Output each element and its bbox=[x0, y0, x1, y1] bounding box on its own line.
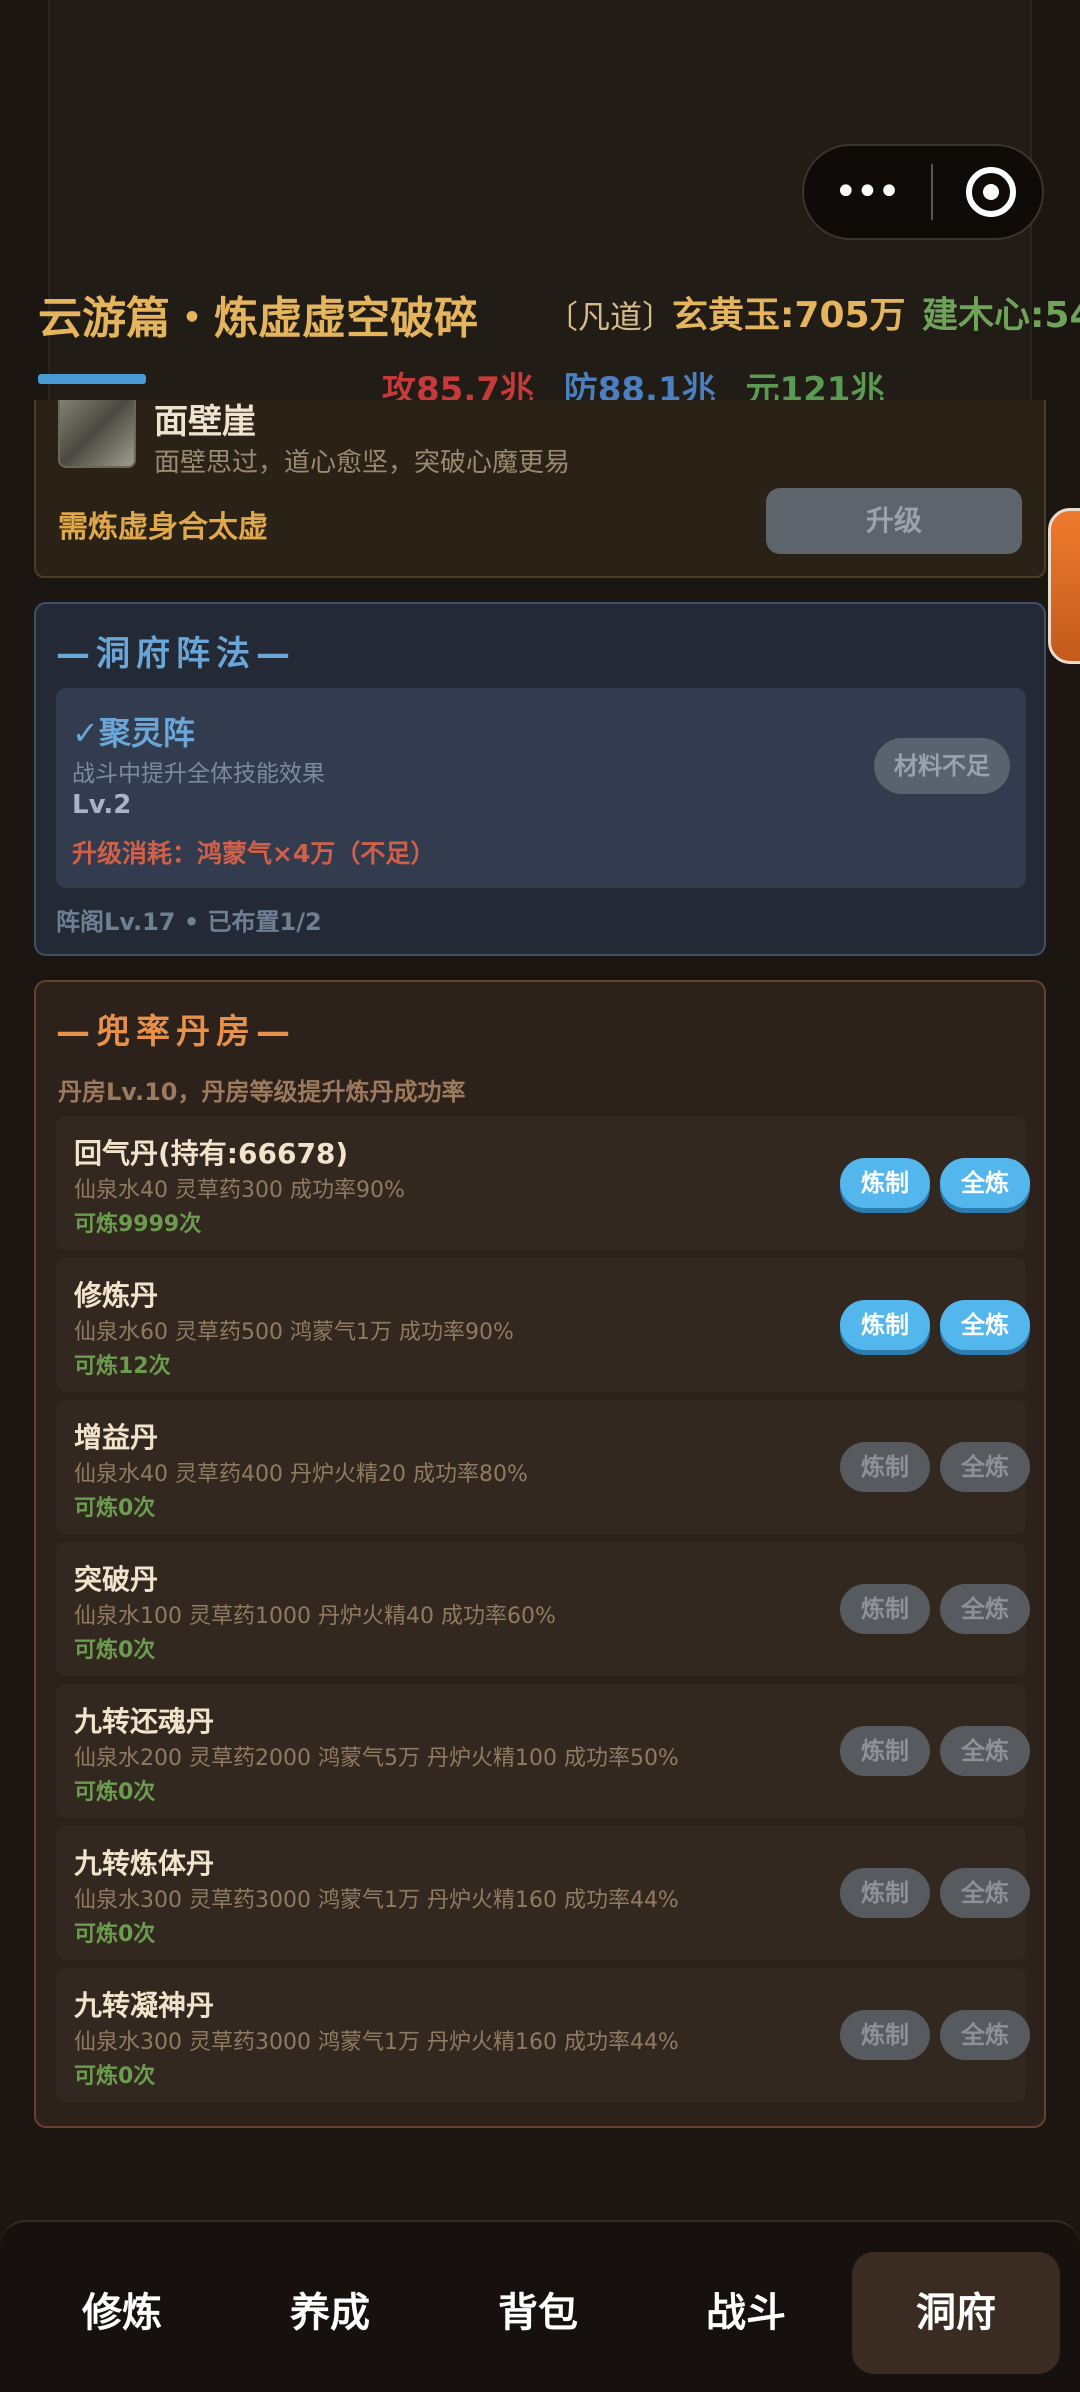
main-content[interactable]: 面壁崖 面壁思过，道心愈坚，突破心魔更易 需炼虚身合太虚 升级 —洞府阵法— ✓… bbox=[0, 400, 1080, 2220]
make-all-button[interactable]: 全炼 bbox=[940, 1158, 1030, 1208]
wall-room-panel: 面壁崖 面壁思过，道心愈坚，突破心魔更易 需炼虚身合太虚 升级 bbox=[34, 400, 1046, 578]
alchemy-subtitle: 丹房Lv.10，丹房等级提升炼丹成功率 bbox=[58, 1078, 466, 1106]
make-pill-button[interactable]: 炼制 bbox=[840, 1868, 930, 1918]
make-all-button[interactable]: 全炼 bbox=[940, 1584, 1030, 1634]
pill-materials: 仙泉水200 灵草药2000 鸿蒙气5万 丹炉火精100 成功率50% bbox=[74, 1746, 679, 1771]
pill-name: 九转炼体丹 bbox=[74, 1847, 215, 1880]
pill-can-make: 可炼0次 bbox=[74, 1922, 156, 1947]
side-float-tab[interactable] bbox=[1048, 508, 1080, 664]
nav-item-cave[interactable]: 洞府 bbox=[852, 2252, 1060, 2374]
make-all-button[interactable]: 全炼 bbox=[940, 1300, 1030, 1350]
pill-name: 突破丹 bbox=[74, 1563, 159, 1596]
pill-materials: 仙泉水40 灵草药400 丹炉火精20 成功率80% bbox=[74, 1462, 528, 1487]
pill-can-make: 可炼12次 bbox=[74, 1354, 171, 1379]
wall-room-desc: 面壁思过，道心愈坚，突破心魔更易 bbox=[154, 448, 571, 478]
make-pill-button[interactable]: 炼制 bbox=[840, 2010, 930, 2060]
more-dots-icon[interactable]: ••• bbox=[834, 172, 901, 212]
combat-stats: 攻85.7兆 防88.1兆 元121兆 bbox=[382, 362, 902, 400]
nav-item-nurture[interactable]: 养成 bbox=[226, 2252, 434, 2374]
pill-row: 九转炼体丹 仙泉水300 灵草药3000 鸿蒙气1万 丹炉火精160 成功率44… bbox=[56, 1826, 1030, 1960]
target-circle-icon[interactable] bbox=[966, 167, 1016, 217]
make-pill-button[interactable]: 炼制 bbox=[840, 1300, 930, 1350]
pill-name: 修炼丹 bbox=[74, 1279, 159, 1312]
bottom-nav: 修炼 养成 背包 战斗 洞府 bbox=[0, 2220, 1080, 2392]
wall-room-icon bbox=[58, 400, 136, 468]
nav-item-bag[interactable]: 背包 bbox=[434, 2252, 642, 2374]
capsule-divider bbox=[931, 164, 934, 220]
formation-panel: —洞府阵法— ✓聚灵阵 战斗中提升全体技能效果 Lv.2 升级消耗：鸿蒙气×4万… bbox=[34, 602, 1046, 956]
defense-stat: 防88.1兆 bbox=[563, 370, 716, 400]
make-pill-button[interactable]: 炼制 bbox=[840, 1726, 930, 1776]
make-pill-button[interactable]: 炼制 bbox=[840, 1442, 930, 1492]
mini-program-capsule: ••• bbox=[802, 144, 1044, 240]
pill-name: 九转还魂丹 bbox=[74, 1705, 215, 1738]
formation-item: ✓聚灵阵 战斗中提升全体技能效果 Lv.2 升级消耗：鸿蒙气×4万（不足） 材料… bbox=[56, 688, 1026, 888]
nav-item-battle[interactable]: 战斗 bbox=[642, 2252, 850, 2374]
pill-name: 增益丹 bbox=[74, 1421, 159, 1454]
pill-row: 修炼丹 仙泉水60 灵草药500 鸿蒙气1万 成功率90% 可炼12次 炼制 全… bbox=[56, 1258, 1030, 1392]
pill-row: 九转凝神丹 仙泉水300 灵草药3000 鸿蒙气1万 丹炉火精160 成功率44… bbox=[56, 1968, 1030, 2102]
pill-can-make: 可炼0次 bbox=[74, 1638, 156, 1663]
pill-name: 九转凝神丹 bbox=[74, 1989, 215, 2022]
pill-materials: 仙泉水300 灵草药3000 鸿蒙气1万 丹炉火精160 成功率44% bbox=[74, 2030, 679, 2055]
formation-level: Lv.2 bbox=[72, 790, 132, 820]
alchemy-title: —兜率丹房— bbox=[56, 1012, 296, 1052]
jade-currency: 玄黄玉:705万 bbox=[672, 295, 906, 336]
upgrade-button[interactable]: 升级 bbox=[766, 488, 1022, 554]
progress-indicator bbox=[38, 374, 146, 384]
make-all-button[interactable]: 全炼 bbox=[940, 2010, 1030, 2060]
formation-name: ✓聚灵阵 bbox=[72, 714, 195, 752]
pill-can-make: 可炼0次 bbox=[74, 2064, 156, 2089]
pill-row: 回气丹(持有:66678) 仙泉水40 灵草药300 成功率90% 可炼9999… bbox=[56, 1116, 1030, 1250]
wood-heart-currency: 建木心:54 bbox=[922, 295, 1080, 336]
make-pill-button[interactable]: 炼制 bbox=[840, 1584, 930, 1634]
pill-row: 增益丹 仙泉水40 灵草药400 丹炉火精20 成功率80% 可炼0次 炼制 全… bbox=[56, 1400, 1030, 1534]
pill-row: 九转还魂丹 仙泉水200 灵草药2000 鸿蒙气5万 丹炉火精100 成功率50… bbox=[56, 1684, 1030, 1818]
wall-room-name: 面壁崖 bbox=[154, 402, 256, 442]
pill-materials: 仙泉水40 灵草药300 成功率90% bbox=[74, 1178, 405, 1203]
insufficient-material-button[interactable]: 材料不足 bbox=[874, 738, 1010, 794]
formation-desc: 战斗中提升全体技能效果 bbox=[72, 761, 325, 787]
pill-can-make: 可炼9999次 bbox=[74, 1212, 202, 1237]
formation-footer: 阵阁Lv.17 • 已布置1/2 bbox=[56, 908, 322, 936]
wall-room-requirement: 需炼虚身合太虚 bbox=[58, 510, 268, 545]
rank-label: 〔凡道〕 bbox=[546, 298, 675, 336]
formation-cost: 升级消耗：鸿蒙气×4万（不足） bbox=[72, 839, 436, 868]
make-all-button[interactable]: 全炼 bbox=[940, 1868, 1030, 1918]
pill-materials: 仙泉水100 灵草药1000 丹炉火精40 成功率60% bbox=[74, 1604, 556, 1629]
make-all-button[interactable]: 全炼 bbox=[940, 1726, 1030, 1776]
alchemy-panel: —兜率丹房— 丹房Lv.10，丹房等级提升炼丹成功率 回气丹(持有:66678)… bbox=[34, 980, 1046, 2128]
pill-can-make: 可炼0次 bbox=[74, 1780, 156, 1805]
formation-title: —洞府阵法— bbox=[56, 634, 296, 674]
pill-materials: 仙泉水300 灵草药3000 鸿蒙气1万 丹炉火精160 成功率44% bbox=[74, 1888, 679, 1913]
make-all-button[interactable]: 全炼 bbox=[940, 1442, 1030, 1492]
nav-item-cultivate[interactable]: 修炼 bbox=[18, 2252, 226, 2374]
attack-stat: 攻85.7兆 bbox=[382, 370, 534, 400]
pill-can-make: 可炼0次 bbox=[74, 1496, 156, 1521]
make-pill-button[interactable]: 炼制 bbox=[840, 1158, 930, 1208]
yuan-stat: 元121兆 bbox=[745, 370, 885, 400]
pill-row: 突破丹 仙泉水100 灵草药1000 丹炉火精40 成功率60% 可炼0次 炼制… bbox=[56, 1542, 1030, 1676]
pill-name: 回气丹(持有:66678) bbox=[74, 1137, 349, 1170]
stage-title: 云游篇・炼虚虚空破碎 bbox=[38, 293, 478, 344]
pill-materials: 仙泉水60 灵草药500 鸿蒙气1万 成功率90% bbox=[74, 1320, 514, 1345]
status-header: 云游篇・炼虚虚空破碎 〔凡道〕 玄黄玉:705万 建木心:54 攻85.7兆 防… bbox=[0, 270, 1080, 400]
